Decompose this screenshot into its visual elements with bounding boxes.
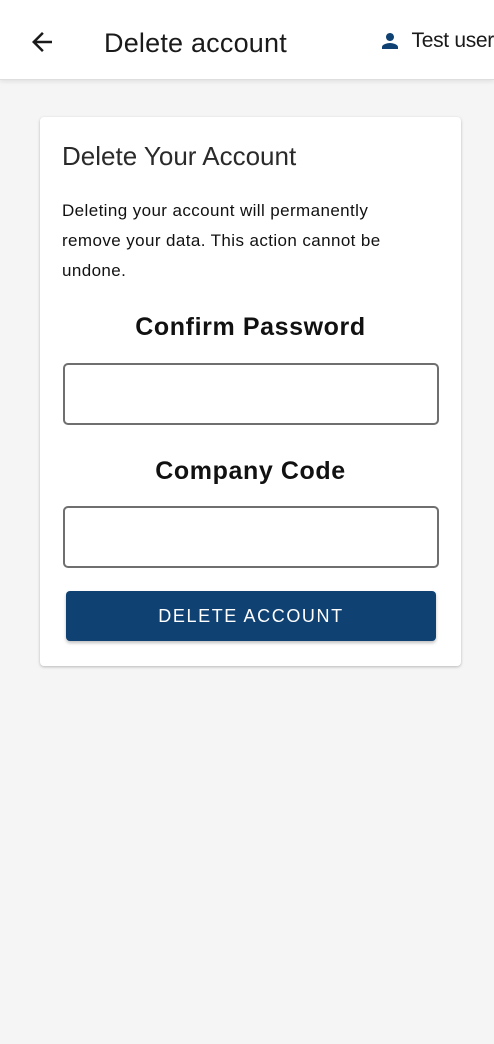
delete-account-card: Delete Your Account Deleting your accoun… xyxy=(40,117,461,666)
delete-account-button[interactable]: DELETE ACCOUNT xyxy=(66,591,436,641)
confirm-password-label: Confirm Password xyxy=(135,313,366,341)
page-title: Delete account xyxy=(104,28,287,58)
user-menu[interactable]: Test user xyxy=(378,24,494,58)
user-name: Test user xyxy=(411,29,494,52)
card-title: Delete Your Account xyxy=(62,141,297,171)
person-icon xyxy=(381,33,398,49)
company-code-label: Company Code xyxy=(155,457,346,485)
back-button[interactable] xyxy=(22,22,62,62)
top-app-bar: Delete account Test user xyxy=(0,0,494,80)
company-code-input[interactable] xyxy=(63,506,439,568)
arrow-left-icon xyxy=(32,32,52,52)
card-description: Deleting your account will permanently r… xyxy=(62,201,381,280)
confirm-password-input[interactable] xyxy=(63,363,439,425)
